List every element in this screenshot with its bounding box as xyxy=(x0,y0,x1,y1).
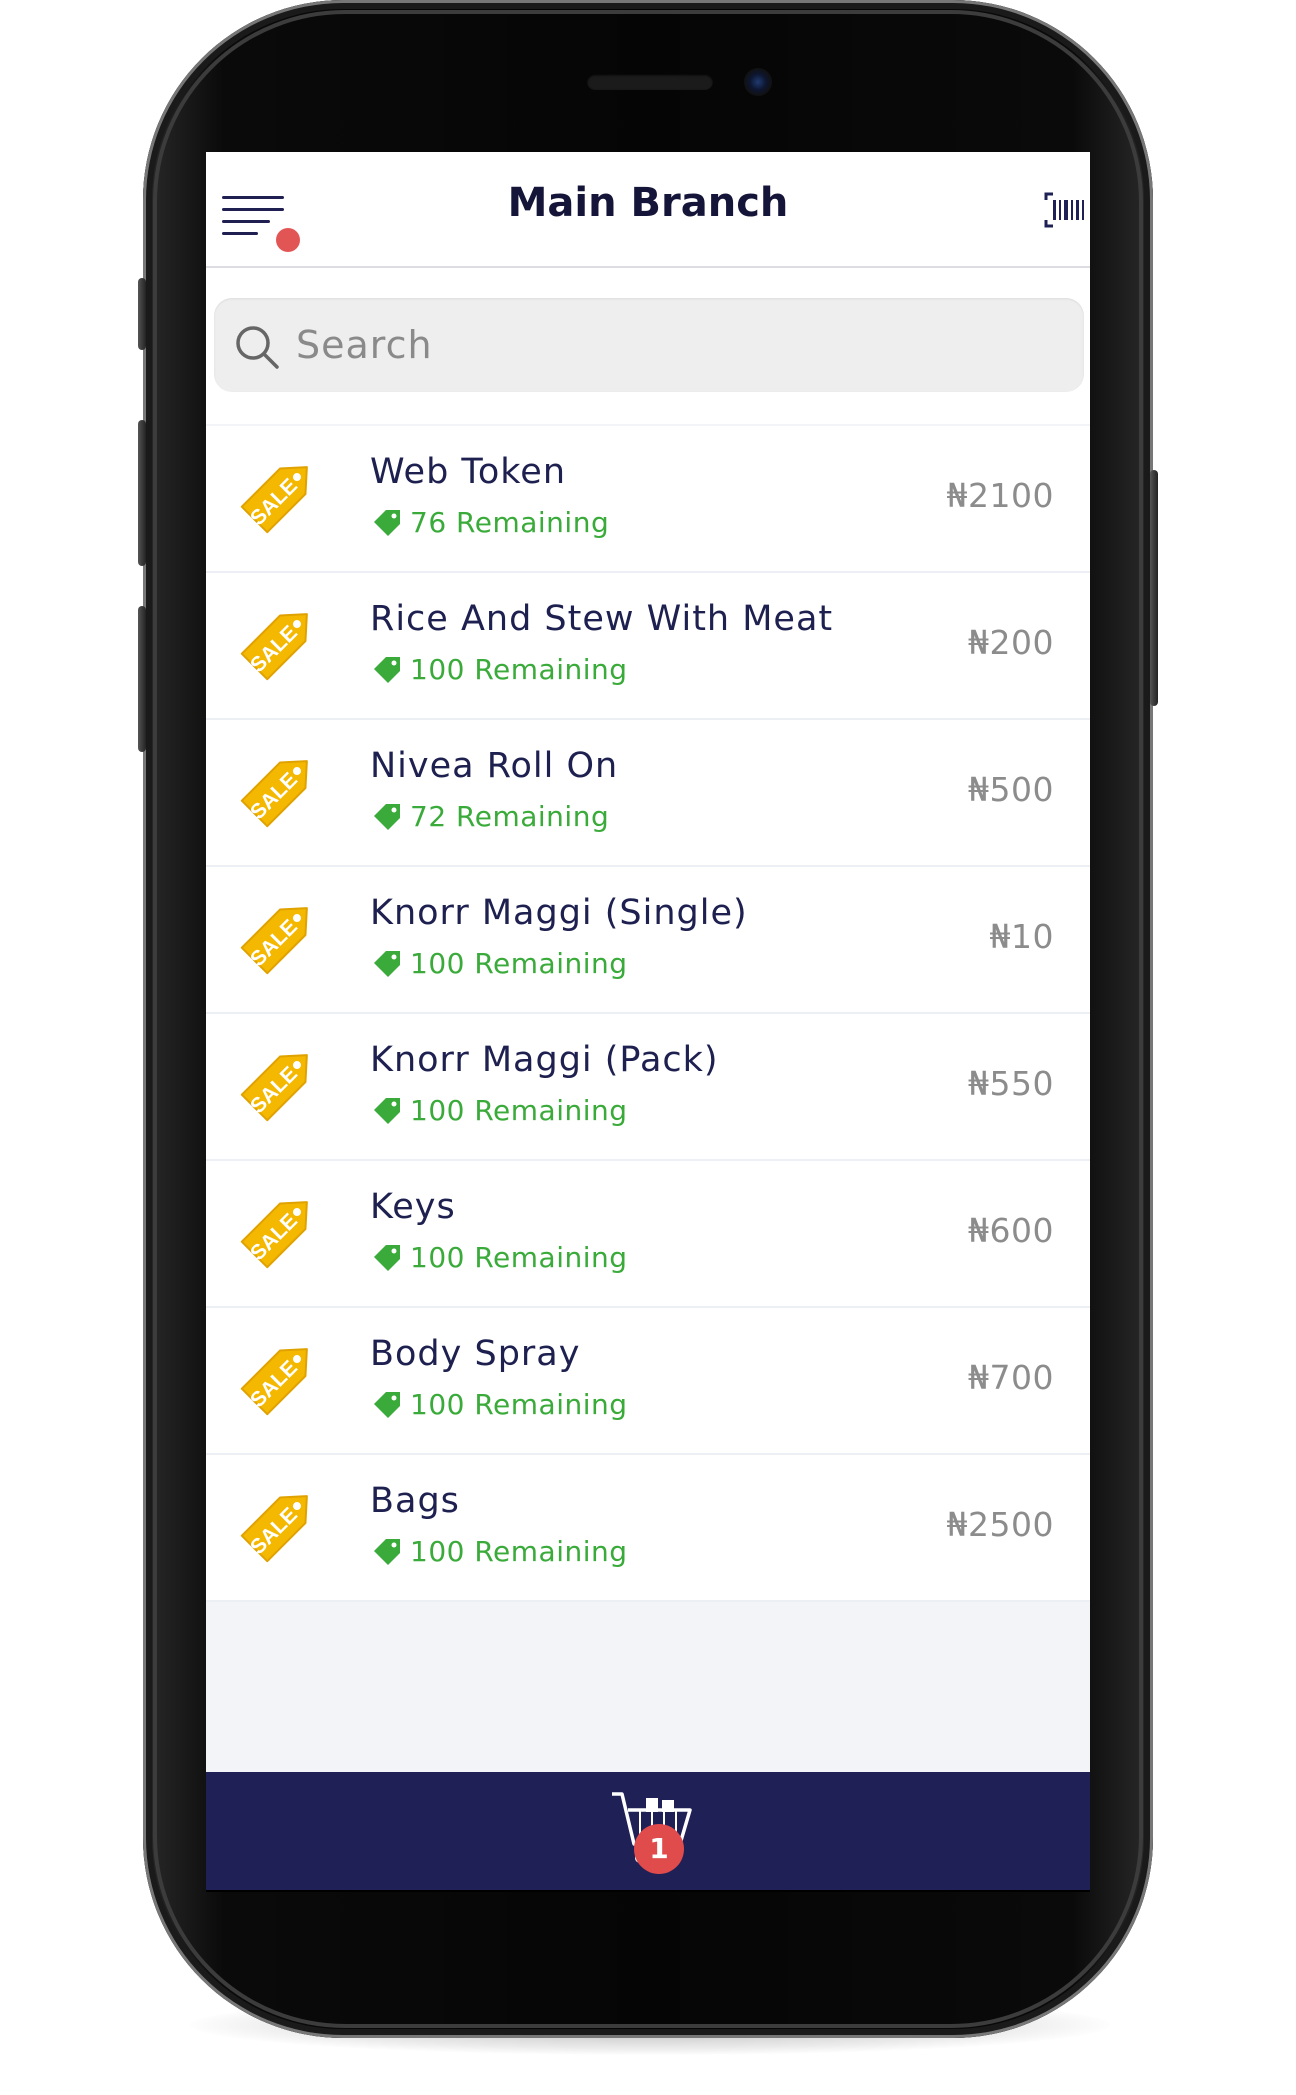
product-price: ₦500 xyxy=(968,770,1054,809)
product-name: Knorr Maggi (Single) xyxy=(370,893,748,933)
price-tag-icon xyxy=(374,1245,400,1271)
price-tag-icon xyxy=(374,510,400,536)
product-stock: 76 Remaining xyxy=(370,504,609,540)
product-stock-label: 100 Remaining xyxy=(410,1534,628,1568)
page-title: Main Branch xyxy=(507,180,789,226)
sale-tag-icon: SALE xyxy=(240,613,308,681)
search-area xyxy=(206,268,1090,424)
product-stock: 100 Remaining xyxy=(370,1533,628,1569)
sale-tag-icon: SALE xyxy=(240,466,308,534)
price-tag-icon xyxy=(374,1098,400,1124)
cart-count-badge: 1 xyxy=(634,1824,684,1874)
product-price: ₦550 xyxy=(968,1064,1054,1103)
search-input[interactable] xyxy=(294,308,1058,382)
product-stock-label: 72 Remaining xyxy=(410,799,610,833)
cart-bar: 1 xyxy=(206,1772,1090,1890)
product-row[interactable]: SALE Keys 100 Remaining ₦600 xyxy=(206,1161,1090,1308)
notification-dot xyxy=(276,228,300,252)
product-stock-label: 76 Remaining xyxy=(410,505,610,539)
product-row[interactable]: SALE Knorr Maggi (Pack) 100 Remaining ₦5… xyxy=(206,1014,1090,1161)
product-name: Keys xyxy=(370,1187,456,1227)
product-stock: 100 Remaining xyxy=(370,651,628,687)
sale-tag-icon: SALE xyxy=(240,760,308,828)
product-row[interactable]: SALE Bags 100 Remaining ₦2500 xyxy=(206,1455,1090,1602)
product-name: Nivea Roll On xyxy=(370,746,619,786)
product-stock: 100 Remaining xyxy=(370,1239,628,1275)
phone-screen: Main Branch Search SALE Web Token 76 Rem… xyxy=(206,152,1090,1892)
product-row[interactable]: SALE Web Token 76 Remaining ₦2100 xyxy=(206,426,1090,573)
product-stock-label: 100 Remaining xyxy=(410,946,628,980)
earpiece-speaker xyxy=(587,74,713,90)
app-header: Main Branch xyxy=(206,152,1090,268)
product-stock: 100 Remaining xyxy=(370,945,628,981)
product-price: ₦2500 xyxy=(946,1505,1054,1544)
price-tag-icon xyxy=(374,1539,400,1565)
volume-down-button xyxy=(138,606,146,752)
sale-tag-icon: SALE xyxy=(240,1054,308,1122)
product-stock-label: 100 Remaining xyxy=(410,1240,628,1274)
product-row[interactable]: SALE Body Spray 100 Remaining ₦700 xyxy=(206,1308,1090,1455)
product-name: Knorr Maggi (Pack) xyxy=(370,1040,719,1080)
volume-up-button xyxy=(138,420,146,566)
search-icon xyxy=(236,326,279,369)
product-name: Web Token xyxy=(370,452,567,492)
product-stock: 100 Remaining xyxy=(370,1386,628,1422)
power-button xyxy=(1150,470,1158,706)
product-price: ₦10 xyxy=(989,917,1054,956)
price-tag-icon xyxy=(374,1392,400,1418)
menu-bar xyxy=(222,232,258,235)
product-name: Bags xyxy=(370,1481,460,1521)
sale-tag-icon: SALE xyxy=(240,1201,308,1269)
product-price: ₦200 xyxy=(968,623,1054,662)
mute-switch xyxy=(138,278,146,350)
price-tag-icon xyxy=(374,657,400,683)
product-stock-label: 100 Remaining xyxy=(410,1093,628,1127)
product-row[interactable]: SALE Nivea Roll On 72 Remaining ₦500 xyxy=(206,720,1090,867)
price-tag-icon xyxy=(374,951,400,977)
product-stock-label: 100 Remaining xyxy=(410,652,628,686)
product-list: SALE Web Token 76 Remaining ₦2100 SALE R… xyxy=(206,426,1090,1602)
front-camera xyxy=(744,68,772,96)
product-price: ₦700 xyxy=(968,1358,1054,1397)
app-view: Main Branch Search SALE Web Token 76 Rem… xyxy=(206,152,1090,1890)
sale-tag-icon: SALE xyxy=(240,907,308,975)
product-stock: 72 Remaining xyxy=(370,798,609,834)
sale-tag-icon: SALE xyxy=(240,1348,308,1416)
product-name: Rice And Stew With Meat xyxy=(370,599,834,639)
product-price: ₦2100 xyxy=(946,476,1054,515)
product-row[interactable]: SALE Knorr Maggi (Single) 100 Remaining … xyxy=(206,867,1090,1014)
product-row[interactable]: SALE Rice And Stew With Meat 100 Remaini… xyxy=(206,573,1090,720)
sale-tag-icon: SALE xyxy=(240,1495,308,1563)
product-stock-label: 100 Remaining xyxy=(410,1387,628,1421)
product-name: Body Spray xyxy=(370,1334,581,1374)
price-tag-icon xyxy=(374,804,400,830)
product-stock: 100 Remaining xyxy=(370,1092,628,1128)
barcode-scanner-icon[interactable] xyxy=(1044,192,1090,228)
search-bar[interactable] xyxy=(214,298,1084,392)
product-price: ₦600 xyxy=(968,1211,1054,1250)
